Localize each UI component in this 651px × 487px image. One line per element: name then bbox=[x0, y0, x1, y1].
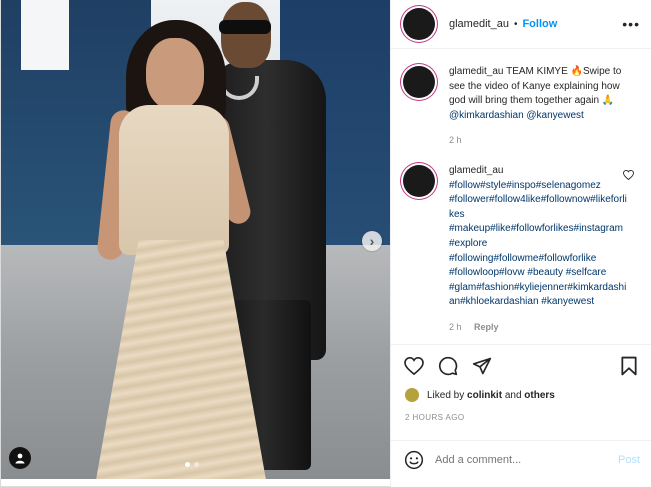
caption-body: glamedit_au TEAM KIMYE 🔥Swipe to see the… bbox=[449, 65, 627, 148]
comment-meta: 2 h Reply bbox=[449, 320, 627, 335]
header-separator: • bbox=[513, 18, 518, 30]
post-modal: › glamedit_au • Follow ••• glamedit_au T… bbox=[0, 0, 651, 487]
header-username[interactable]: glamedit_au bbox=[449, 18, 509, 30]
bookmark-icon[interactable] bbox=[618, 355, 640, 377]
man-head bbox=[221, 2, 271, 68]
paper-plane-icon[interactable] bbox=[471, 355, 493, 377]
woman-head bbox=[146, 38, 204, 110]
backdrop-panel bbox=[21, 0, 69, 70]
post-photo[interactable]: › bbox=[1, 0, 390, 479]
user-tag-icon bbox=[15, 453, 25, 464]
likes-and: and bbox=[504, 389, 522, 401]
avatar[interactable] bbox=[403, 8, 435, 40]
emoji-icon[interactable] bbox=[403, 449, 425, 471]
caption-username[interactable]: glamedit_au bbox=[449, 66, 503, 77]
chevron-right-icon: › bbox=[369, 233, 375, 249]
sunglasses bbox=[219, 20, 271, 34]
comment-hashtags[interactable]: #follow#style#inspo#selenagomez #followe… bbox=[449, 179, 627, 310]
add-comment-bar: Post bbox=[391, 440, 651, 479]
reply-button[interactable]: Reply bbox=[474, 322, 499, 332]
post-timestamp[interactable]: 2 HOURS AGO bbox=[405, 413, 465, 422]
likes-summary: Liked by colinkit and others bbox=[405, 388, 555, 402]
comment-username[interactable]: glamedit_au bbox=[449, 164, 627, 179]
comments-list[interactable]: glamedit_au TEAM KIMYE 🔥Swipe to see the… bbox=[391, 49, 651, 344]
post-sidebar: glamedit_au • Follow ••• glamedit_au TEA… bbox=[390, 0, 651, 487]
avatar[interactable] bbox=[403, 66, 435, 98]
caption-time[interactable]: 2 h bbox=[449, 135, 462, 145]
likes-prefix: Liked by bbox=[427, 389, 465, 401]
post-comment-button[interactable]: Post bbox=[618, 454, 640, 466]
caption-mentions[interactable]: @kimkardashian @kanyewest bbox=[449, 110, 584, 121]
carousel-dot-active bbox=[185, 462, 190, 467]
comment-item: glamedit_au #follow#style#inspo#selenago… bbox=[403, 164, 640, 335]
likes-others-link[interactable]: others bbox=[524, 390, 555, 401]
caption: glamedit_au TEAM KIMYE 🔥Swipe to see the… bbox=[403, 65, 640, 148]
carousel-next-button[interactable]: › bbox=[362, 231, 382, 251]
heart-icon[interactable] bbox=[403, 355, 425, 377]
user-tag-button[interactable] bbox=[9, 447, 31, 469]
caption-meta: 2 h bbox=[449, 133, 627, 148]
follow-button[interactable]: Follow bbox=[522, 18, 557, 30]
avatar[interactable] bbox=[403, 164, 435, 197]
comment-body: glamedit_au #follow#style#inspo#selenago… bbox=[449, 164, 627, 335]
post-header: glamedit_au • Follow ••• bbox=[391, 0, 651, 49]
carousel-dot bbox=[194, 462, 199, 467]
dress-bodice bbox=[119, 105, 229, 255]
comment-time[interactable]: 2 h bbox=[449, 322, 462, 332]
liker-avatar[interactable] bbox=[405, 388, 419, 402]
comment-like-heart-icon[interactable] bbox=[623, 169, 634, 183]
more-options-icon[interactable]: ••• bbox=[622, 17, 640, 31]
post-actions bbox=[391, 344, 651, 386]
comment-icon[interactable] bbox=[437, 355, 459, 377]
comment-input[interactable] bbox=[435, 454, 605, 466]
carousel-dots bbox=[185, 462, 199, 467]
liker-username[interactable]: colinkit bbox=[467, 390, 502, 401]
